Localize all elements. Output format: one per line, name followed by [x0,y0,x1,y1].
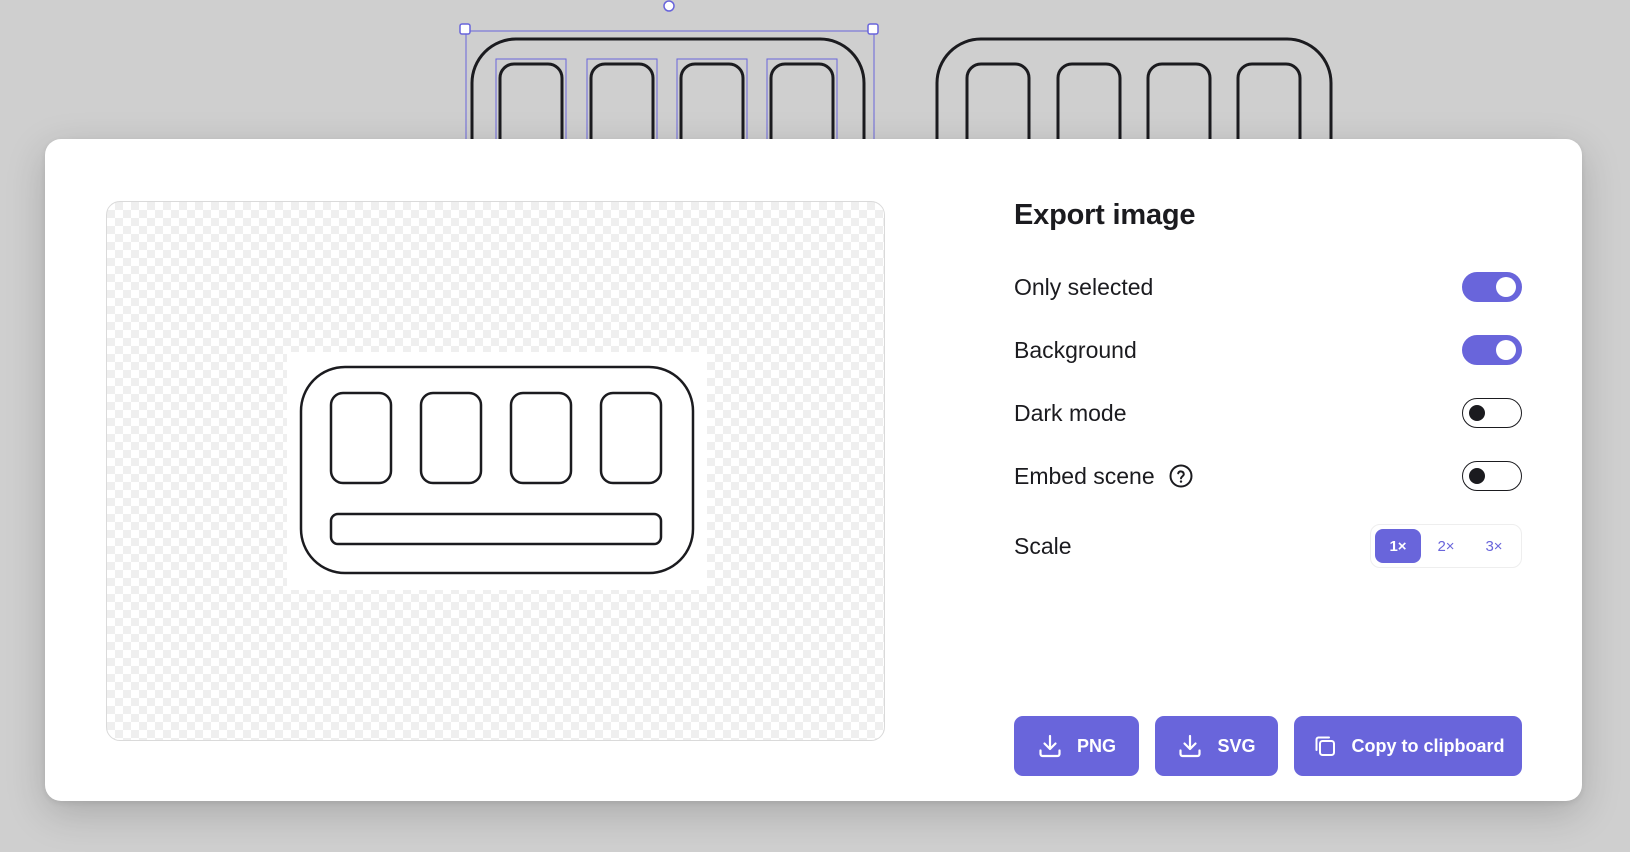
scale-label: Scale [1014,532,1072,559]
resize-handle-top-right [867,23,879,35]
download-icon [1037,733,1063,759]
export-image-dialog: Export image Only selected Background Da… [45,139,1582,801]
question-circle-icon[interactable] [1169,464,1193,488]
option-embed-scene: Embed scene [1014,456,1522,496]
scale-1x-button[interactable]: 1× [1375,529,1421,563]
dialog-title: Export image [1014,199,1196,231]
option-background: Background [1014,330,1522,370]
copy-to-clipboard-label: Copy to clipboard [1351,735,1505,756]
dark-mode-toggle[interactable] [1462,398,1522,428]
export-png-button[interactable]: PNG [1014,716,1139,776]
export-actions: PNG SVG Copy to clipboard [1014,716,1522,776]
export-preview [106,201,885,741]
only-selected-toggle[interactable] [1462,272,1522,302]
export-settings: Export image Only selected Background Da… [1014,199,1522,776]
option-scale: Scale 1× 2× 3× [1014,522,1522,570]
copy-icon [1312,733,1338,759]
embed-scene-toggle[interactable] [1462,461,1522,491]
background-toggle[interactable] [1462,335,1522,365]
resize-handle-top-left [459,23,471,35]
preview-shape [299,365,695,575]
scale-2x-button[interactable]: 2× [1423,529,1469,563]
scale-selector: 1× 2× 3× [1370,524,1522,568]
download-icon [1177,733,1203,759]
copy-to-clipboard-button[interactable]: Copy to clipboard [1294,716,1522,776]
option-label: Background [1014,336,1137,363]
toggle-knob [1496,277,1516,297]
rotate-handle [663,0,675,12]
toggle-knob [1469,468,1485,484]
option-label: Only selected [1014,273,1154,300]
preview-image [287,352,707,590]
export-svg-button[interactable]: SVG [1155,716,1278,776]
toggle-knob [1496,340,1516,360]
export-png-label: PNG [1076,735,1116,756]
option-dark-mode: Dark mode [1014,393,1522,433]
scale-3x-button[interactable]: 3× [1471,529,1517,563]
option-label: Embed scene [1014,462,1155,489]
option-only-selected: Only selected [1014,267,1522,307]
toggle-knob [1469,405,1485,421]
option-label: Dark mode [1014,399,1127,426]
option-label-group: Embed scene [1014,463,1193,490]
export-svg-label: SVG [1217,735,1256,756]
